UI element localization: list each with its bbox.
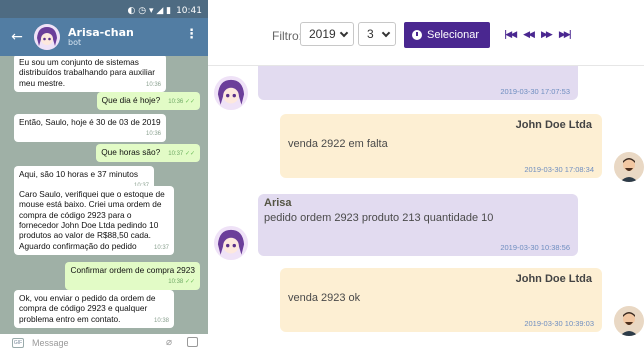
bot-message: Arisa pedido ordem 2923 produto 213 quan… (258, 194, 578, 256)
status-time: 10:41 (176, 6, 202, 16)
bubble-text: Que dia é hoje? (101, 95, 161, 105)
bubble-text: Confirmar ordem de compra 2923 (70, 265, 195, 275)
bubble-time: 10:37 (153, 244, 169, 251)
chevron-down-icon (381, 28, 391, 38)
first-page-icon[interactable]: |◀◀ (504, 30, 517, 40)
bubble-text: Aqui, são 10 horas e 37 minutos (19, 169, 138, 179)
chat-messages: Eu sou um conjunto de sistemas distribuí… (0, 56, 208, 334)
bubble-time: 10:36 (145, 131, 161, 138)
message-timestamp: 2019-03-30 17:07:53 (500, 87, 570, 96)
user-avatar (614, 306, 644, 336)
bubble-time: 10:36 ✓✓ (168, 99, 195, 105)
chevron-down-icon (339, 28, 349, 38)
bot-avatar[interactable] (34, 24, 60, 50)
message-input[interactable]: Message (32, 338, 69, 348)
bubble-time: 10:38 (153, 317, 169, 324)
message-author: John Doe Ltda (515, 119, 592, 131)
chat-header: ← Arisa-chan bot ⋮ (0, 18, 208, 56)
message-author: Arisa (264, 197, 292, 209)
message-input-bar: GIF Message ⌀ (0, 334, 208, 352)
paperclip-icon[interactable]: ⌀ (166, 337, 172, 348)
message-text: venda 2922 em falta (288, 138, 388, 150)
user-avatar (614, 152, 644, 182)
filter-label: Filtro: (272, 29, 302, 43)
select-button-label: Selecionar (427, 29, 479, 41)
double-check-icon: ✓✓ (184, 99, 195, 105)
message-text: venda 2923 ok (288, 292, 361, 304)
bot-message: 2019-03-30 17:07:53 (258, 66, 578, 100)
bubble-text: Eu sou um conjunto de sistemas distribuí… (19, 57, 156, 88)
chat-bubble-outgoing: Que horas são? 10:37 ✓✓ (96, 144, 200, 162)
message-text: pedido ordem 2923 produto 213 quantidade… (264, 212, 494, 224)
bot-avatar (214, 76, 248, 110)
month-select[interactable]: 3 (358, 22, 396, 46)
user-message: John Doe Ltda venda 2923 ok 2019-03-30 1… (280, 268, 602, 332)
back-arrow-icon[interactable]: ← (6, 29, 28, 45)
clock-icon (412, 30, 422, 40)
sticker-icon[interactable]: GIF (12, 338, 24, 348)
bubble-time: 10:36 (145, 81, 161, 88)
chat-bubble-incoming: Caro Saulo, verifiquei que o estoque de … (14, 186, 174, 256)
user-message: John Doe Ltda venda 2922 em falta 2019-0… (280, 114, 602, 178)
more-vert-icon[interactable]: ⋮ (185, 27, 198, 42)
message-timestamp: 2019-03-30 10:39:03 (524, 319, 594, 328)
chat-bubble-outgoing: Que dia é hoje? 10:36 ✓✓ (96, 92, 200, 110)
phone-telegram-panel: ◐ ◷ ▾ ◢ ▮ 10:41 ← Arisa-chan bot ⋮ Eu so… (0, 0, 208, 352)
select-button[interactable]: Selecionar (404, 22, 490, 48)
chat-log: 2019-03-30 17:07:53 John Doe Ltda venda … (208, 66, 644, 352)
camera-icon[interactable] (187, 337, 198, 347)
chat-title: Arisa-chan (68, 26, 134, 40)
prev-page-icon[interactable]: ◀◀ (523, 30, 535, 40)
pagination-nav: |◀◀ ◀◀ ▶▶ ▶▶| (504, 30, 572, 40)
bubble-time: 10:38 ✓✓ (168, 279, 195, 286)
double-check-icon: ✓✓ (184, 151, 195, 157)
signal-icons: ◐ ◷ ▾ ◢ ▮ (127, 6, 172, 16)
bubble-time: 10:37 ✓✓ (168, 151, 195, 157)
last-page-icon[interactable]: ▶▶| (559, 30, 572, 40)
bubble-text: Que horas são? (101, 147, 161, 157)
chat-subtitle: bot (68, 37, 82, 47)
year-select-value: 2019 (309, 27, 336, 41)
year-select[interactable]: 2019 (300, 22, 354, 46)
message-timestamp: 2019-03-30 17:08:34 (524, 165, 594, 174)
screen: ◐ ◷ ▾ ◢ ▮ 10:41 ← Arisa-chan bot ⋮ Eu so… (0, 0, 644, 352)
bot-avatar (214, 226, 248, 260)
chat-bubble-outgoing: Confirmar ordem de compra 2923 10:38 ✓✓ (65, 262, 200, 290)
message-author: John Doe Ltda (515, 273, 592, 285)
month-select-value: 3 (367, 27, 374, 41)
bubble-text: Ok, vou enviar o pedido da ordem de comp… (19, 293, 156, 324)
bubble-text: Caro Saulo, verifiquei que o estoque de … (19, 189, 165, 251)
filter-toolbar: Filtro: 2019 3 Selecionar |◀◀ ◀◀ ▶▶ ▶▶| (208, 0, 644, 66)
chat-bubble-incoming: Eu sou um conjunto de sistemas distribuí… (14, 56, 166, 93)
chat-bubble-incoming: Então, Saulo, hoje é 30 de 03 de 2019 10:… (14, 114, 166, 142)
double-check-icon: ✓✓ (184, 279, 195, 286)
next-page-icon[interactable]: ▶▶ (541, 30, 553, 40)
web-chat-log-panel: Filtro: 2019 3 Selecionar |◀◀ ◀◀ ▶▶ ▶▶| (208, 0, 644, 352)
chat-bubble-incoming: Ok, vou enviar o pedido da ordem de comp… (14, 290, 174, 329)
message-timestamp: 2019-03-30 10:38:56 (500, 243, 570, 252)
bubble-text: Então, Saulo, hoje é 30 de 03 de 2019 (19, 117, 161, 127)
